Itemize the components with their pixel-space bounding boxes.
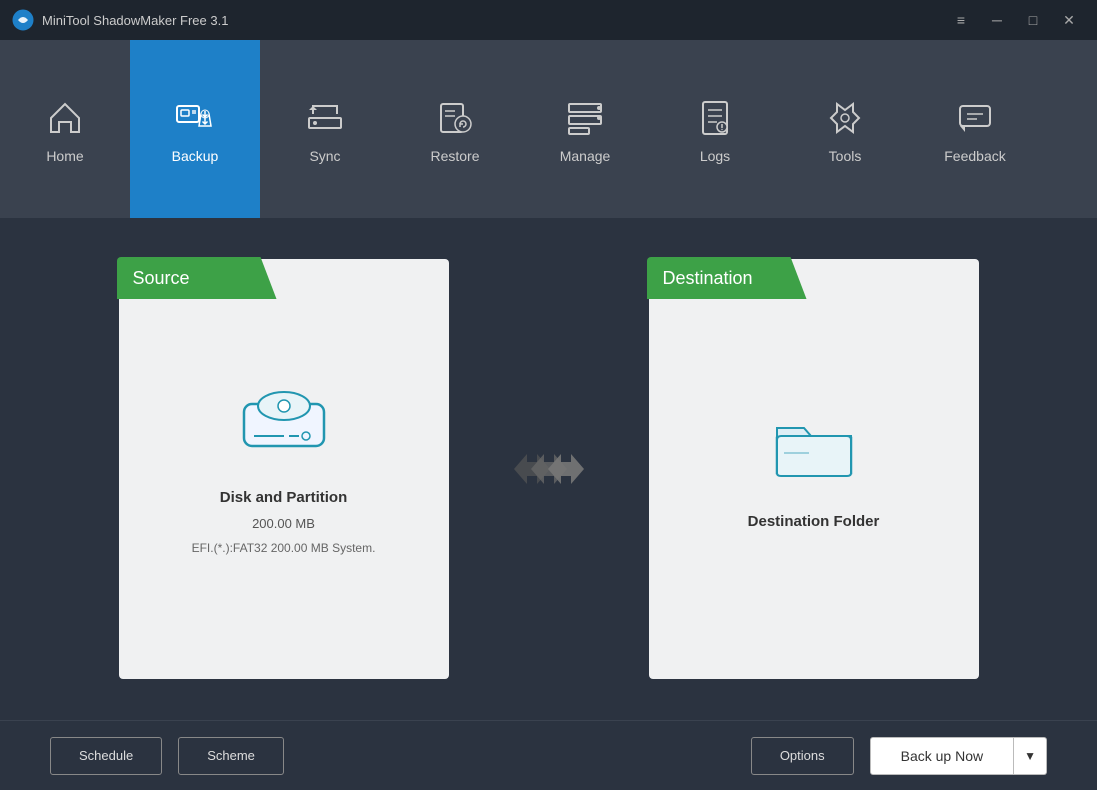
backup-icon <box>171 94 219 142</box>
arrow-indicator <box>509 444 589 494</box>
schedule-button[interactable]: Schedule <box>50 737 162 775</box>
feedback-label: Feedback <box>944 148 1005 164</box>
tools-icon <box>821 94 869 142</box>
sync-icon <box>301 94 349 142</box>
destination-card[interactable]: Destination Destination Folder <box>649 259 979 679</box>
footer-right-actions: Options Back up Now ▼ <box>751 737 1047 775</box>
footer-left-actions: Schedule Scheme <box>50 737 284 775</box>
app-title: MiniTool ShadowMaker Free 3.1 <box>42 13 228 28</box>
sync-label: Sync <box>309 148 340 164</box>
restore-icon <box>431 94 479 142</box>
titlebar-left: MiniTool ShadowMaker Free 3.1 <box>12 9 228 31</box>
source-description: EFI.(*.):FAT32 200.00 MB System. <box>182 541 386 555</box>
close-button[interactable]: ✕ <box>1053 8 1085 32</box>
navbar: Home Backup Sync <box>0 40 1097 218</box>
dropdown-arrow-icon: ▼ <box>1024 749 1036 763</box>
backup-label: Backup <box>172 148 219 164</box>
disk-partition-icon <box>234 384 334 469</box>
titlebar-controls: ≡ ─ □ ✕ <box>945 8 1085 32</box>
logs-label: Logs <box>700 148 730 164</box>
source-title: Disk and Partition <box>220 489 348 506</box>
folder-icon <box>769 408 859 493</box>
manage-icon <box>561 94 609 142</box>
feedback-icon <box>951 94 999 142</box>
scheme-button[interactable]: Scheme <box>178 737 284 775</box>
titlebar: MiniTool ShadowMaker Free 3.1 ≡ ─ □ ✕ <box>0 0 1097 40</box>
destination-title: Destination Folder <box>748 513 880 530</box>
sidebar-item-backup[interactable]: Backup <box>130 40 260 218</box>
minimize-button[interactable]: ─ <box>981 8 1013 32</box>
sidebar-item-sync[interactable]: Sync <box>260 40 390 218</box>
source-header: Source <box>117 257 277 299</box>
main-content: Source Disk and Partition 200.00 MB EFI.… <box>0 218 1097 720</box>
sidebar-item-logs[interactable]: Logs <box>650 40 780 218</box>
logs-icon <box>691 94 739 142</box>
options-button[interactable]: Options <box>751 737 854 775</box>
sidebar-item-tools[interactable]: Tools <box>780 40 910 218</box>
hamburger-button[interactable]: ≡ <box>945 8 977 32</box>
source-size: 200.00 MB <box>252 516 315 531</box>
sidebar-item-home[interactable]: Home <box>0 40 130 218</box>
sidebar-item-manage[interactable]: Manage <box>520 40 650 218</box>
sidebar-item-feedback[interactable]: Feedback <box>910 40 1040 218</box>
backup-now-button[interactable]: Back up Now <box>870 737 1014 775</box>
source-card[interactable]: Source Disk and Partition 200.00 MB EFI.… <box>119 259 449 679</box>
home-label: Home <box>46 148 83 164</box>
restore-label: Restore <box>430 148 479 164</box>
restore-button[interactable]: □ <box>1017 8 1049 32</box>
backup-now-dropdown[interactable]: ▼ <box>1014 737 1047 775</box>
manage-label: Manage <box>560 148 611 164</box>
sidebar-item-restore[interactable]: Restore <box>390 40 520 218</box>
app-logo-icon <box>12 9 34 31</box>
destination-header: Destination <box>647 257 807 299</box>
tools-label: Tools <box>829 148 862 164</box>
home-icon <box>41 94 89 142</box>
footer: Schedule Scheme Options Back up Now ▼ <box>0 720 1097 790</box>
